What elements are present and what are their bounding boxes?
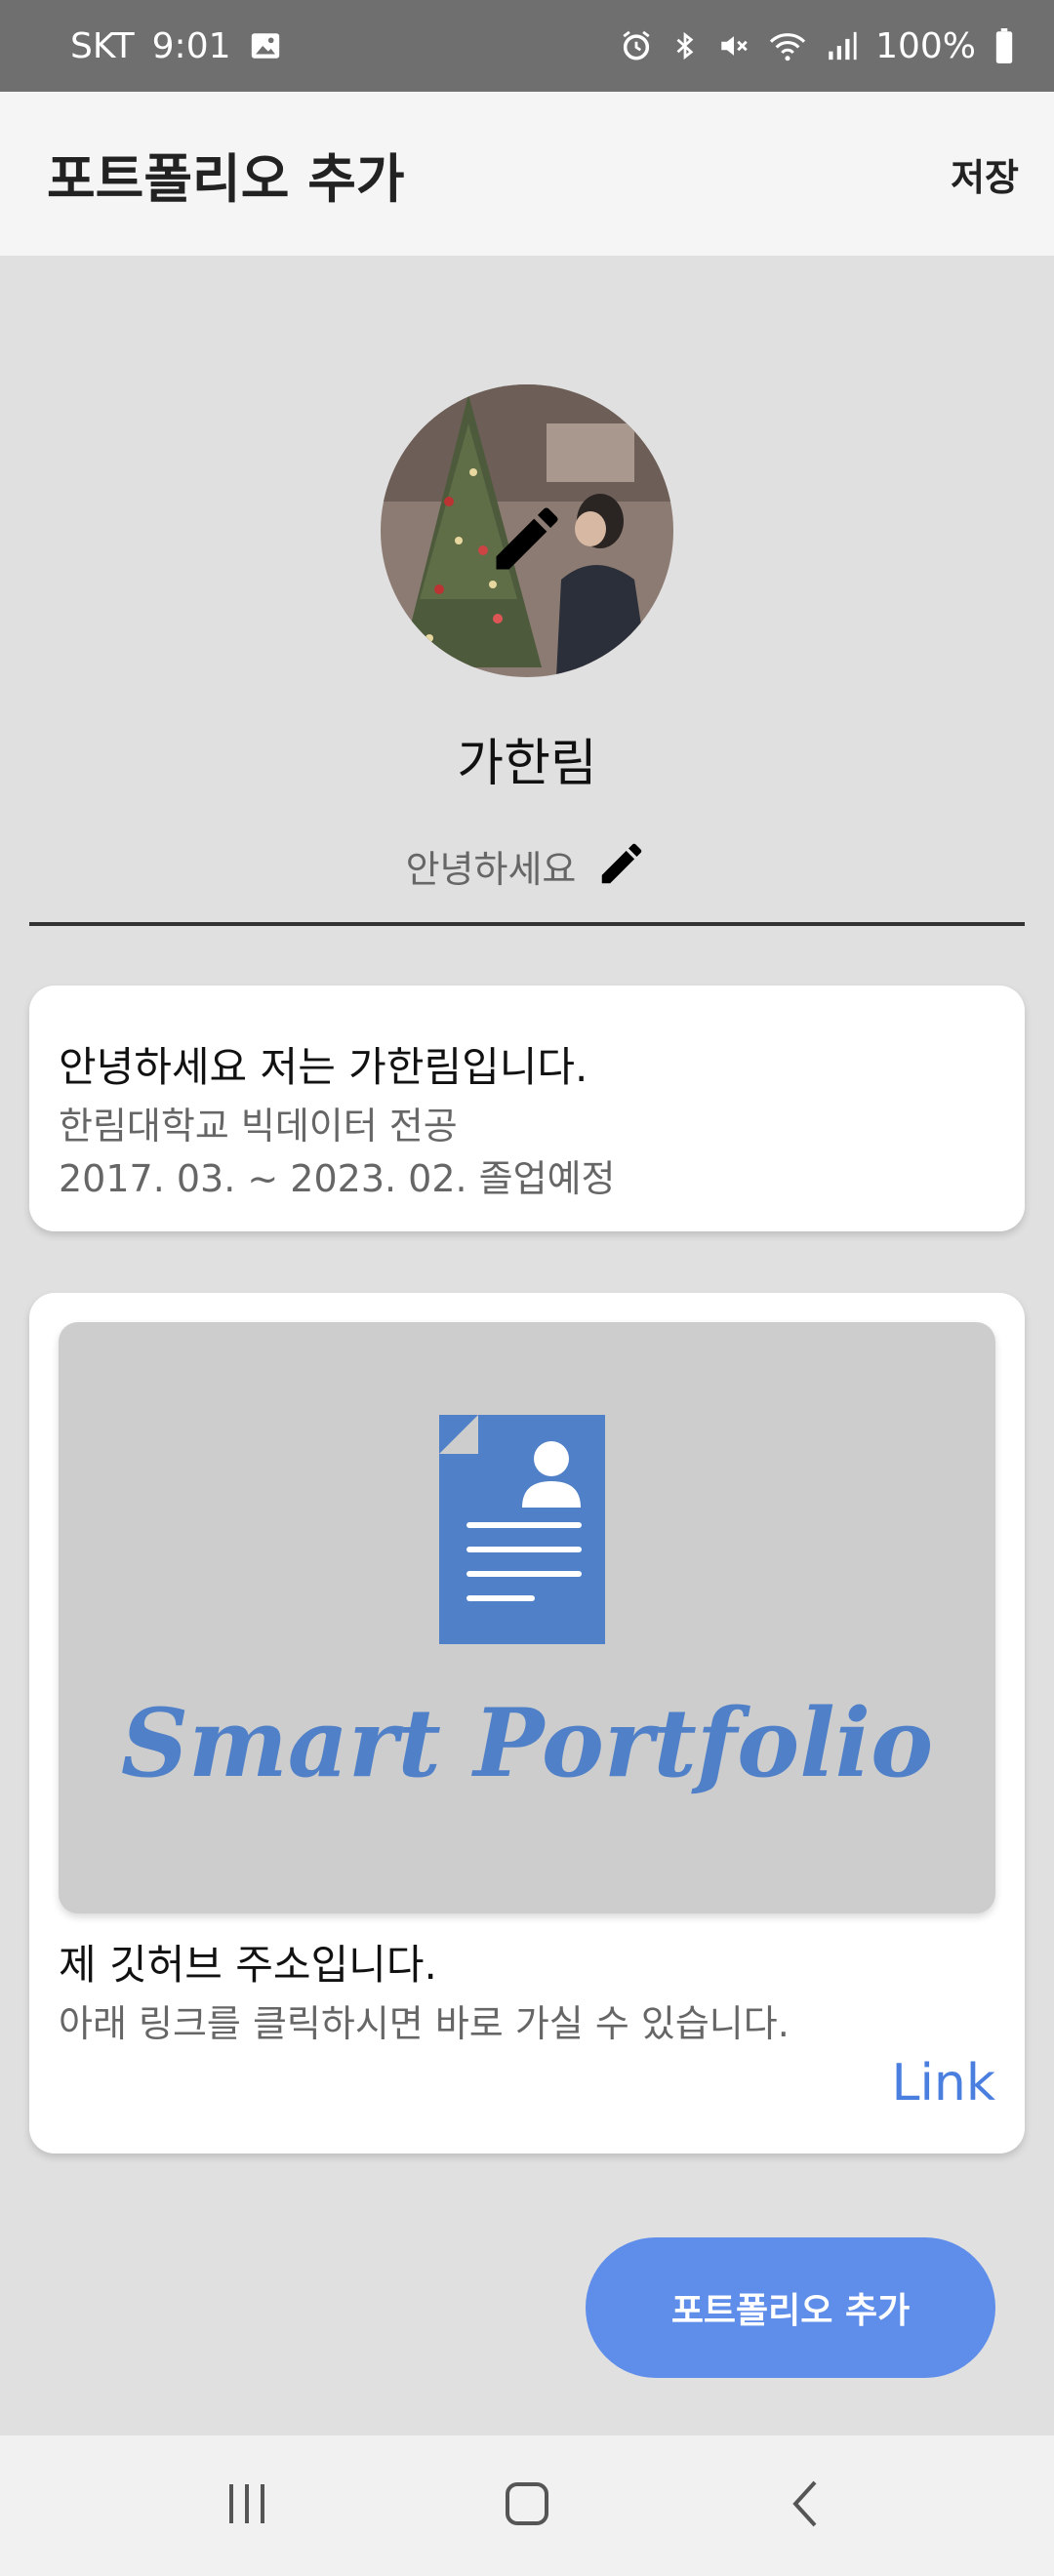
- system-nav-bar: [0, 2435, 1054, 2576]
- profile-name: 가한림: [457, 735, 597, 793]
- intro-title: 안녕하세요 저는 가한림입니다.: [59, 1043, 588, 1091]
- intro-line-2: 2017. 03. ~ 2023. 02. 졸업예정: [59, 1157, 616, 1200]
- divider: [29, 922, 1025, 926]
- gallery-icon: [249, 29, 282, 62]
- portfolio-card-content: 제 깃허브 주소입니다. 아래 링크를 클릭하시면 바로 가실 수 있습니다.: [59, 1932, 790, 2050]
- home-icon[interactable]: [498, 2475, 556, 2537]
- portfolio-title: 제 깃허브 주소입니다.: [59, 1941, 437, 1989]
- portfolio-cover-image: Smart Portfolio: [59, 1322, 995, 1913]
- battery-label: 100%: [875, 25, 976, 66]
- battery-icon: [993, 28, 1015, 63]
- intro-line-1: 한림대학교 빅데이터 전공: [59, 1105, 458, 1147]
- alarm-icon: [620, 29, 653, 62]
- wifi-icon: [768, 29, 807, 62]
- link-button[interactable]: Link: [892, 2054, 996, 2113]
- carrier-label: SKT: [70, 25, 135, 66]
- avatar-edit-pencil-icon[interactable]: [486, 498, 568, 580]
- status-right: 100%: [620, 26, 1015, 66]
- status-message: 안녕하세요: [405, 847, 577, 891]
- add-portfolio-button[interactable]: 포트폴리오 추가: [586, 2237, 995, 2378]
- intro-card-content: 안녕하세요 저는 가한림입니다. 한림대학교 빅데이터 전공 2017. 03.…: [59, 1034, 616, 1205]
- status-edit-pencil-icon[interactable]: [595, 837, 648, 894]
- status-bar: SKT 9:01 100%: [0, 0, 1054, 92]
- intro-card[interactable]: 안녕하세요 저는 가한림입니다. 한림대학교 빅데이터 전공 2017. 03.…: [29, 986, 1025, 1231]
- bluetooth-icon: [670, 29, 700, 62]
- smart-portfolio-logo: Smart Portfolio: [121, 1415, 933, 1798]
- time-label: 9:01: [151, 25, 231, 66]
- mute-icon: [717, 29, 750, 62]
- signal-icon: [825, 29, 858, 62]
- portfolio-card[interactable]: Smart Portfolio 제 깃허브 주소입니다. 아래 링크를 클릭하시…: [29, 1293, 1025, 2153]
- save-button[interactable]: 저장: [951, 147, 1019, 201]
- status-left: SKT 9:01: [70, 26, 282, 66]
- portfolio-description: 아래 링크를 클릭하시면 바로 가실 수 있습니다.: [59, 2002, 790, 2045]
- page-title: 포트폴리오 추가: [47, 147, 405, 210]
- app-bar: 포트폴리오 추가 저장: [0, 92, 1054, 256]
- status-message-row: 안녕하세요: [0, 837, 1054, 894]
- back-icon[interactable]: [778, 2475, 836, 2537]
- cover-text: Smart Portfolio: [121, 1688, 933, 1798]
- recent-apps-icon[interactable]: [218, 2475, 276, 2537]
